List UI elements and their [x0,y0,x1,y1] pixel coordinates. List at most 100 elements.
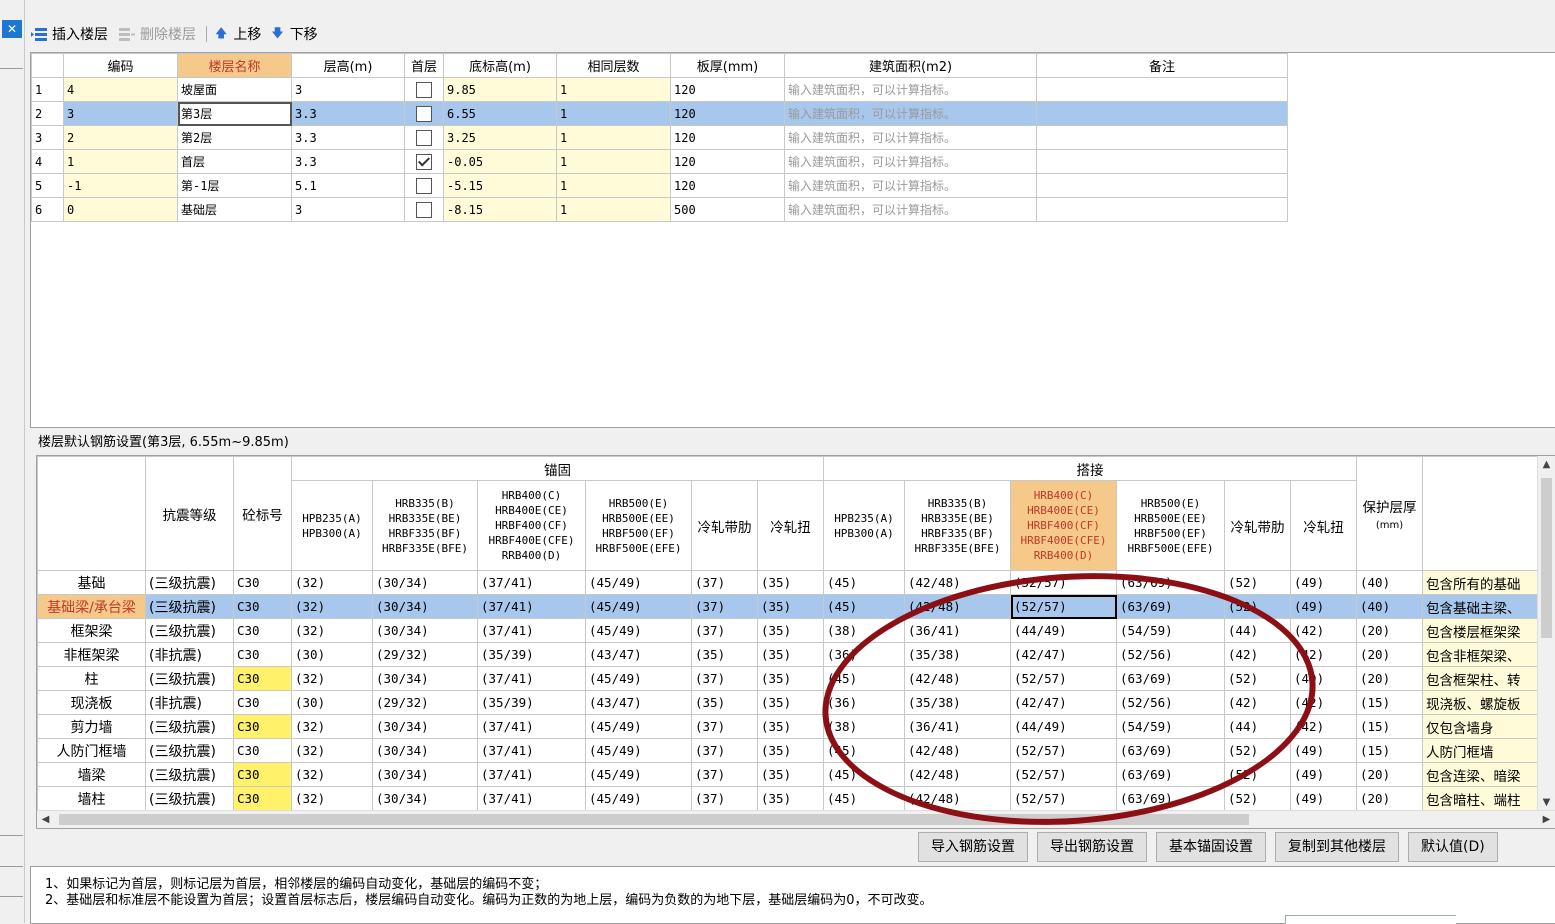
concrete-grade-cell[interactable]: C30 [233,570,292,595]
lap-value-cell[interactable]: (49) [1290,786,1357,811]
floor-height-cell[interactable]: 3.3 [291,149,405,174]
lap-value-cell[interactable]: (52) [1224,570,1291,595]
lap-value-cell[interactable]: (52) [1224,738,1291,763]
rebar-row[interactable]: 框架梁 (三级抗震) C30 (32) (30/34) (37/41) (45/49) (37… [37,618,1543,643]
seismic-grade-cell[interactable]: (三级抗震) [145,762,234,787]
rebar-row[interactable]: 基础梁/承台梁 (三级抗震) C30 (32) (30/34) (37/41) (45/49… [37,594,1543,619]
anchor-value-cell[interactable]: (32) [291,594,373,619]
slab-thickness-cell[interactable]: 120 [670,125,785,150]
rebar-row[interactable]: 墙柱 (三级抗震) C30 (32) (30/34) (37/41) (45/49) (37)… [37,786,1543,811]
bottom-elev-cell[interactable]: 3.25 [443,125,557,150]
scroll-down-icon[interactable]: ▼ [1538,794,1555,811]
lap-value-cell[interactable]: (42) [1290,618,1357,643]
header-anchor-steel-4[interactable]: 冷轧带肋 [691,480,758,571]
anchor-value-cell[interactable]: (43/47) [585,690,692,715]
lap-value-cell[interactable]: (49) [1290,738,1357,763]
floor-height-cell[interactable]: 5.1 [291,173,405,198]
seismic-grade-cell[interactable]: (非抗震) [145,690,234,715]
anchor-value-cell[interactable]: (45/49) [585,738,692,763]
same-count-cell[interactable]: 1 [556,125,671,150]
concrete-grade-cell[interactable]: C30 [233,738,292,763]
lap-value-cell[interactable]: (45) [823,762,905,787]
slab-thickness-cell[interactable]: 120 [670,77,785,102]
floor-row[interactable]: 5 -1 第-1层 5.1 -5.15 1 120 输入建筑面积，可以计算指标。 [31,173,1288,198]
lap-value-cell[interactable]: (42/48) [904,594,1011,619]
anchor-value-cell[interactable]: (37) [691,570,758,595]
floor-name-cell[interactable]: 坡屋面 [177,77,292,102]
horizontal-scrollbar[interactable]: ◀ ▶ [37,810,1555,828]
same-count-cell[interactable]: 1 [556,149,671,174]
component-note-cell[interactable]: 包含框架柱、转 [1422,666,1543,691]
anchor-value-cell[interactable]: (37/41) [477,714,586,739]
lap-value-cell[interactable]: (35/38) [904,642,1011,667]
anchor-value-cell[interactable]: (35) [757,714,824,739]
component-name-cell[interactable]: 非框架梁 [37,642,146,667]
seismic-grade-cell[interactable]: (三级抗震) [145,738,234,763]
lap-value-cell[interactable]: (44) [1224,714,1291,739]
anchor-value-cell[interactable]: (35) [757,762,824,787]
anchor-value-cell[interactable]: (45/49) [585,618,692,643]
slab-thickness-cell[interactable]: 500 [670,197,785,222]
component-name-cell[interactable]: 剪力墙 [37,714,146,739]
lap-value-cell[interactable]: (45) [823,666,905,691]
floor-row-index[interactable]: 4 [31,149,64,174]
floor-name-cell[interactable]: 首层 [177,149,292,174]
concrete-grade-cell[interactable]: C30 [233,594,292,619]
move-up-button[interactable]: 🡅 上移 [215,24,261,45]
rebar-row[interactable]: 人防门框墙 (三级抗震) C30 (32) (30/34) (37/41) (45/49)(… [37,738,1543,763]
anchor-value-cell[interactable]: (37/41) [477,786,586,811]
anchor-value-cell[interactable]: (30/34) [372,570,478,595]
anchor-value-cell[interactable]: (30/34) [372,786,478,811]
same-count-cell[interactable]: 1 [556,77,671,102]
anchor-value-cell[interactable]: (37/41) [477,594,586,619]
lap-value-cell[interactable]: (52/57) [1010,594,1117,619]
anchor-value-cell[interactable]: (37) [691,738,758,763]
anchor-value-cell[interactable]: (45/49) [585,786,692,811]
cover-value-cell[interactable]: (15) [1356,714,1423,739]
header-building-area[interactable]: 建筑面积(m2) [784,53,1037,78]
component-note-cell[interactable]: 包含连梁、暗梁 [1422,762,1543,787]
lap-value-cell[interactable]: (42/48) [904,570,1011,595]
anchor-value-cell[interactable]: (35) [757,642,824,667]
lap-value-cell[interactable]: (54/59) [1116,714,1225,739]
anchor-value-cell[interactable]: (37/41) [477,762,586,787]
lap-value-cell[interactable]: (49) [1290,762,1357,787]
anchor-value-cell[interactable]: (35/39) [477,690,586,715]
remark-cell[interactable] [1036,77,1288,102]
rebar-row[interactable]: 现浇板 (非抗震) C30 (30) (29/32) (35/39) (43/47) (35)… [37,690,1543,715]
anchor-value-cell[interactable]: (37) [691,666,758,691]
anchor-value-cell[interactable]: (29/32) [372,690,478,715]
scroll-thumb-horizontal[interactable] [59,814,1249,825]
anchor-value-cell[interactable]: (30) [291,642,373,667]
default-value-button[interactable]: 默认值(D) [1408,832,1498,862]
anchor-value-cell[interactable]: (29/32) [372,642,478,667]
header-lap-steel-2[interactable]: HRB400(C) HRB400E(CE) HRBF400(CF) HRBF400E(… [1010,480,1117,571]
seismic-grade-cell[interactable]: (三级抗震) [145,714,234,739]
cover-value-cell[interactable]: (15) [1356,690,1423,715]
same-count-cell[interactable]: 1 [556,173,671,198]
anchor-value-cell[interactable]: (37/41) [477,618,586,643]
anchor-value-cell[interactable]: (30/34) [372,762,478,787]
header-anchor-steel-3[interactable]: HRB500(E) HRB500E(EE) HRBF500(EF) HRBF500E(… [585,480,692,571]
header-anchor-steel-2[interactable]: HRB400(C) HRB400E(CE) HRBF400(CF) HRBF400E(… [477,480,586,571]
component-note-cell[interactable]: 现浇板、螺旋板 [1422,690,1543,715]
lap-value-cell[interactable]: (42/48) [904,738,1011,763]
component-note-cell[interactable]: 包含非框架梁、 [1422,642,1543,667]
first-floor-checkbox[interactable] [416,177,432,194]
first-floor-cell[interactable] [404,173,444,198]
anchor-value-cell[interactable]: (32) [291,618,373,643]
header-lap-steel-5[interactable]: 冷轧扭 [1290,480,1357,571]
anchor-value-cell[interactable]: (35) [757,786,824,811]
anchor-value-cell[interactable]: (30) [291,690,373,715]
building-area-cell[interactable]: 输入建筑面积，可以计算指标。 [784,125,1037,150]
anchor-value-cell[interactable]: (35/39) [477,642,586,667]
lap-value-cell[interactable]: (63/69) [1116,570,1225,595]
concrete-grade-cell[interactable]: C30 [233,762,292,787]
header-seismic-grade[interactable]: 抗震等级 [145,456,234,571]
component-name-cell[interactable]: 人防门框墙 [37,738,146,763]
rebar-row[interactable]: 柱 (三级抗震) C30 (32) (30/34) (37/41) (45/49) (37)(… [37,666,1543,691]
anchor-value-cell[interactable]: (30/34) [372,594,478,619]
insert-floor-button[interactable]: 插入楼层 [30,24,108,44]
first-floor-checkbox[interactable] [416,153,432,170]
cover-value-cell[interactable]: (20) [1356,666,1423,691]
